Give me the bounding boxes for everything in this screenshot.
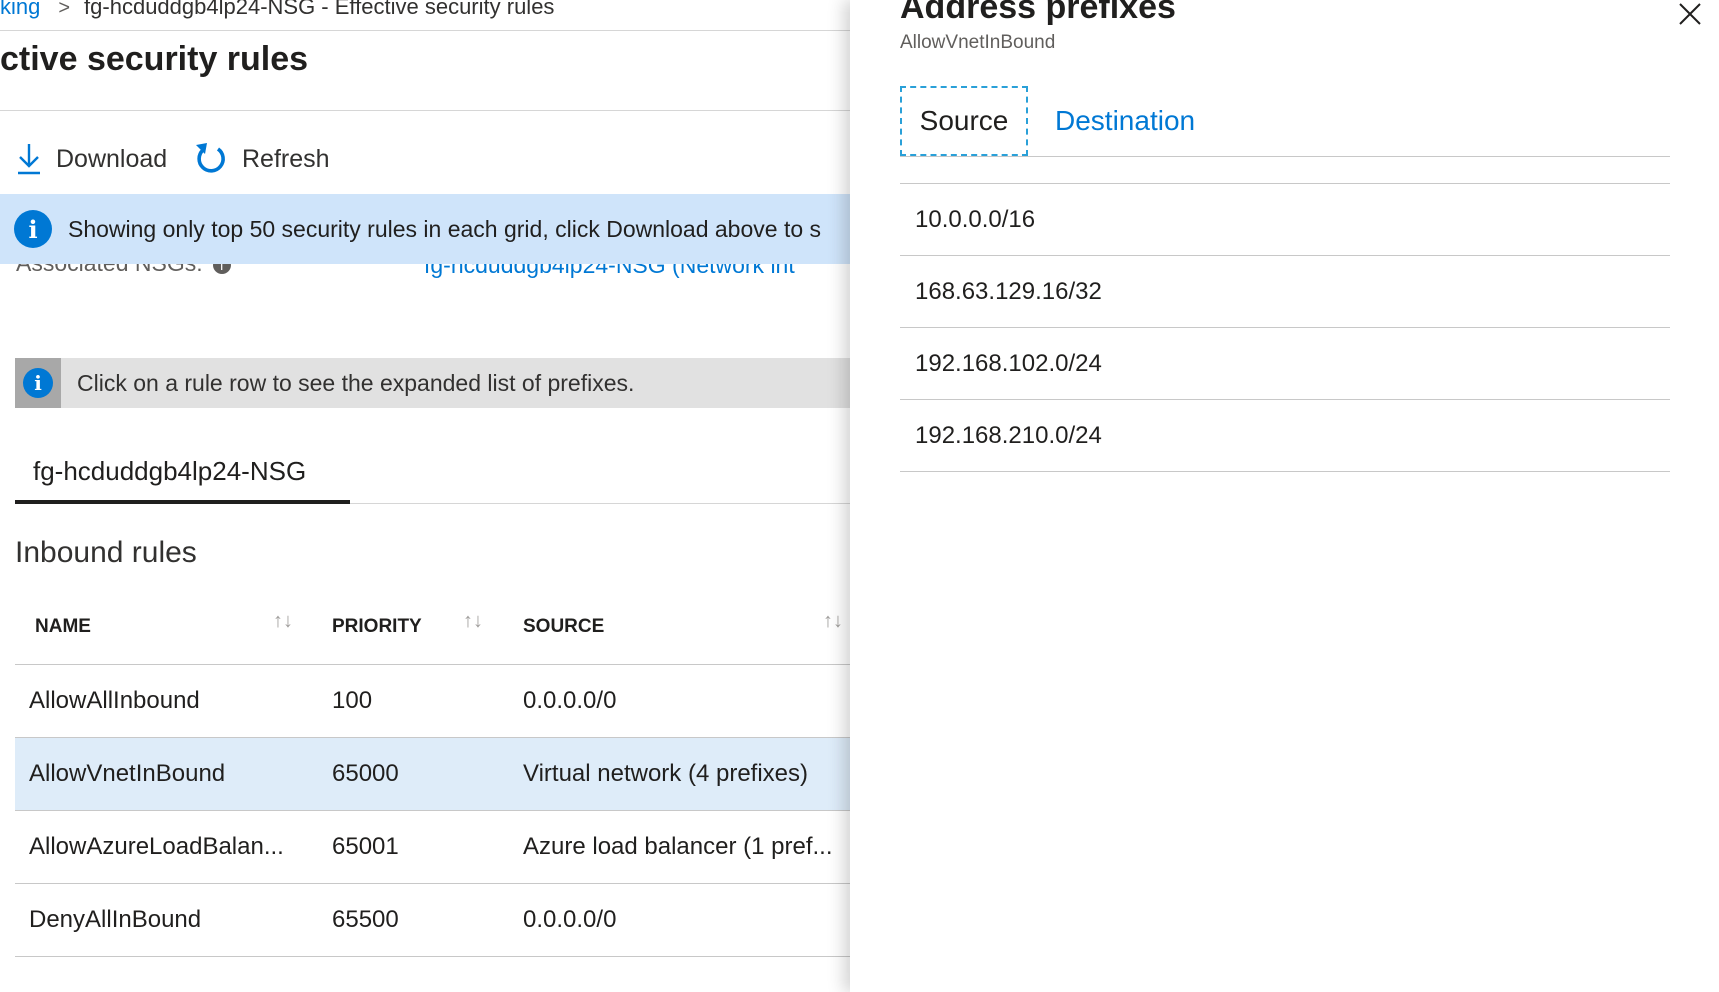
- rule-priority: 65001: [332, 833, 399, 860]
- rule-name: AllowAzureLoadBalan...: [29, 833, 284, 860]
- tab-nsg[interactable]: fg-hcduddgb4lp24-NSG: [15, 456, 350, 504]
- info-banner: i Showing only top 50 security rules in …: [0, 194, 850, 264]
- rule-name: AllowVnetInBound: [29, 760, 226, 787]
- rule-priority: 100: [332, 687, 373, 714]
- list-item: 10.0.0.0/16: [900, 184, 1670, 256]
- refresh-icon: [196, 143, 225, 173]
- breadcrumb: king > fg-hcduddgb4lp24-NSG - Effective se…: [0, 0, 554, 24]
- tab-source[interactable]: Source: [900, 86, 1028, 156]
- table-header-row: NAME ↑↓ PRIORITY ↑↓ SOURCE ↑↓: [15, 590, 850, 665]
- info-icon: i: [23, 368, 53, 398]
- info-banner-text: Showing only top 50 security rules in ea…: [68, 215, 822, 242]
- tab-destination[interactable]: Destination: [1055, 86, 1195, 156]
- panel-subtitle: AllowVnetInBound: [900, 32, 1056, 53]
- address-prefixes-panel: Address prefixes AllowVnetInBound Source…: [850, 0, 1719, 992]
- rule-source: 0.0.0.0/0: [523, 906, 617, 933]
- table-row-selected[interactable]: AllowVnetInBound 65000 Virtual network (…: [15, 738, 850, 811]
- prefix-tabs: Source Destination: [900, 86, 1670, 157]
- title-divider: [0, 110, 850, 111]
- breadcrumb-divider: [0, 30, 850, 31]
- column-header-source[interactable]: SOURCE: [523, 590, 850, 664]
- refresh-label: Refresh: [242, 144, 330, 173]
- refresh-button[interactable]: Refresh: [194, 136, 330, 182]
- hint-banner-text: Click on a rule row to see the expanded …: [77, 369, 635, 396]
- rule-priority: 65500: [332, 906, 399, 933]
- page-title: ctive security rules: [0, 40, 309, 78]
- effective-rules-page: king > fg-hcduddgb4lp24-NSG - Effective se…: [0, 0, 850, 992]
- sort-icon[interactable]: ↑↓: [823, 610, 843, 633]
- breadcrumb-current: fg-hcduddgb4lp24-NSG - Effective securit…: [84, 0, 555, 19]
- tab-strip-divider: [350, 503, 850, 504]
- download-icon: [18, 144, 40, 175]
- close-button[interactable]: [1672, 0, 1706, 30]
- table-row[interactable]: AllowAzureLoadBalan... 65001 Azure load …: [15, 811, 850, 884]
- panel-title: Address prefixes: [900, 0, 1176, 26]
- rule-source: Virtual network (4 prefixes): [523, 760, 808, 787]
- rule-priority: 65000: [332, 760, 399, 787]
- download-button[interactable]: Download: [16, 136, 167, 182]
- hint-icon-box: i: [15, 358, 61, 408]
- column-header-name[interactable]: NAME: [35, 590, 305, 664]
- info-icon: i: [14, 210, 52, 248]
- sort-icon[interactable]: ↑↓: [463, 610, 483, 633]
- inbound-rules-heading: Inbound rules: [15, 536, 197, 569]
- list-item: 192.168.210.0/24: [900, 400, 1670, 472]
- list-item: 168.63.129.16/32: [900, 256, 1670, 328]
- close-icon: [1679, 3, 1701, 25]
- inbound-rules-table: NAME ↑↓ PRIORITY ↑↓ SOURCE ↑↓ AllowAllIn…: [15, 590, 850, 957]
- table-row[interactable]: DenyAllInBound 65500 0.0.0.0/0: [15, 884, 850, 957]
- prefix-list: 10.0.0.0/16 168.63.129.16/32 192.168.102…: [900, 183, 1670, 472]
- rule-source: 0.0.0.0/0: [523, 687, 617, 714]
- rule-name: DenyAllInBound: [29, 906, 202, 933]
- rule-source: Azure load balancer (1 pref...: [523, 833, 833, 860]
- hint-banner: i Click on a rule row to see the expande…: [15, 358, 850, 408]
- table-row[interactable]: AllowAllInbound 100 0.0.0.0/0: [15, 665, 850, 738]
- sort-icon[interactable]: ↑↓: [273, 610, 293, 633]
- download-label: Download: [56, 144, 168, 173]
- rule-name: AllowAllInbound: [29, 687, 200, 714]
- breadcrumb-link[interactable]: king: [0, 0, 40, 19]
- chevron-right-icon: >: [58, 0, 71, 19]
- list-item: 192.168.102.0/24: [900, 328, 1670, 400]
